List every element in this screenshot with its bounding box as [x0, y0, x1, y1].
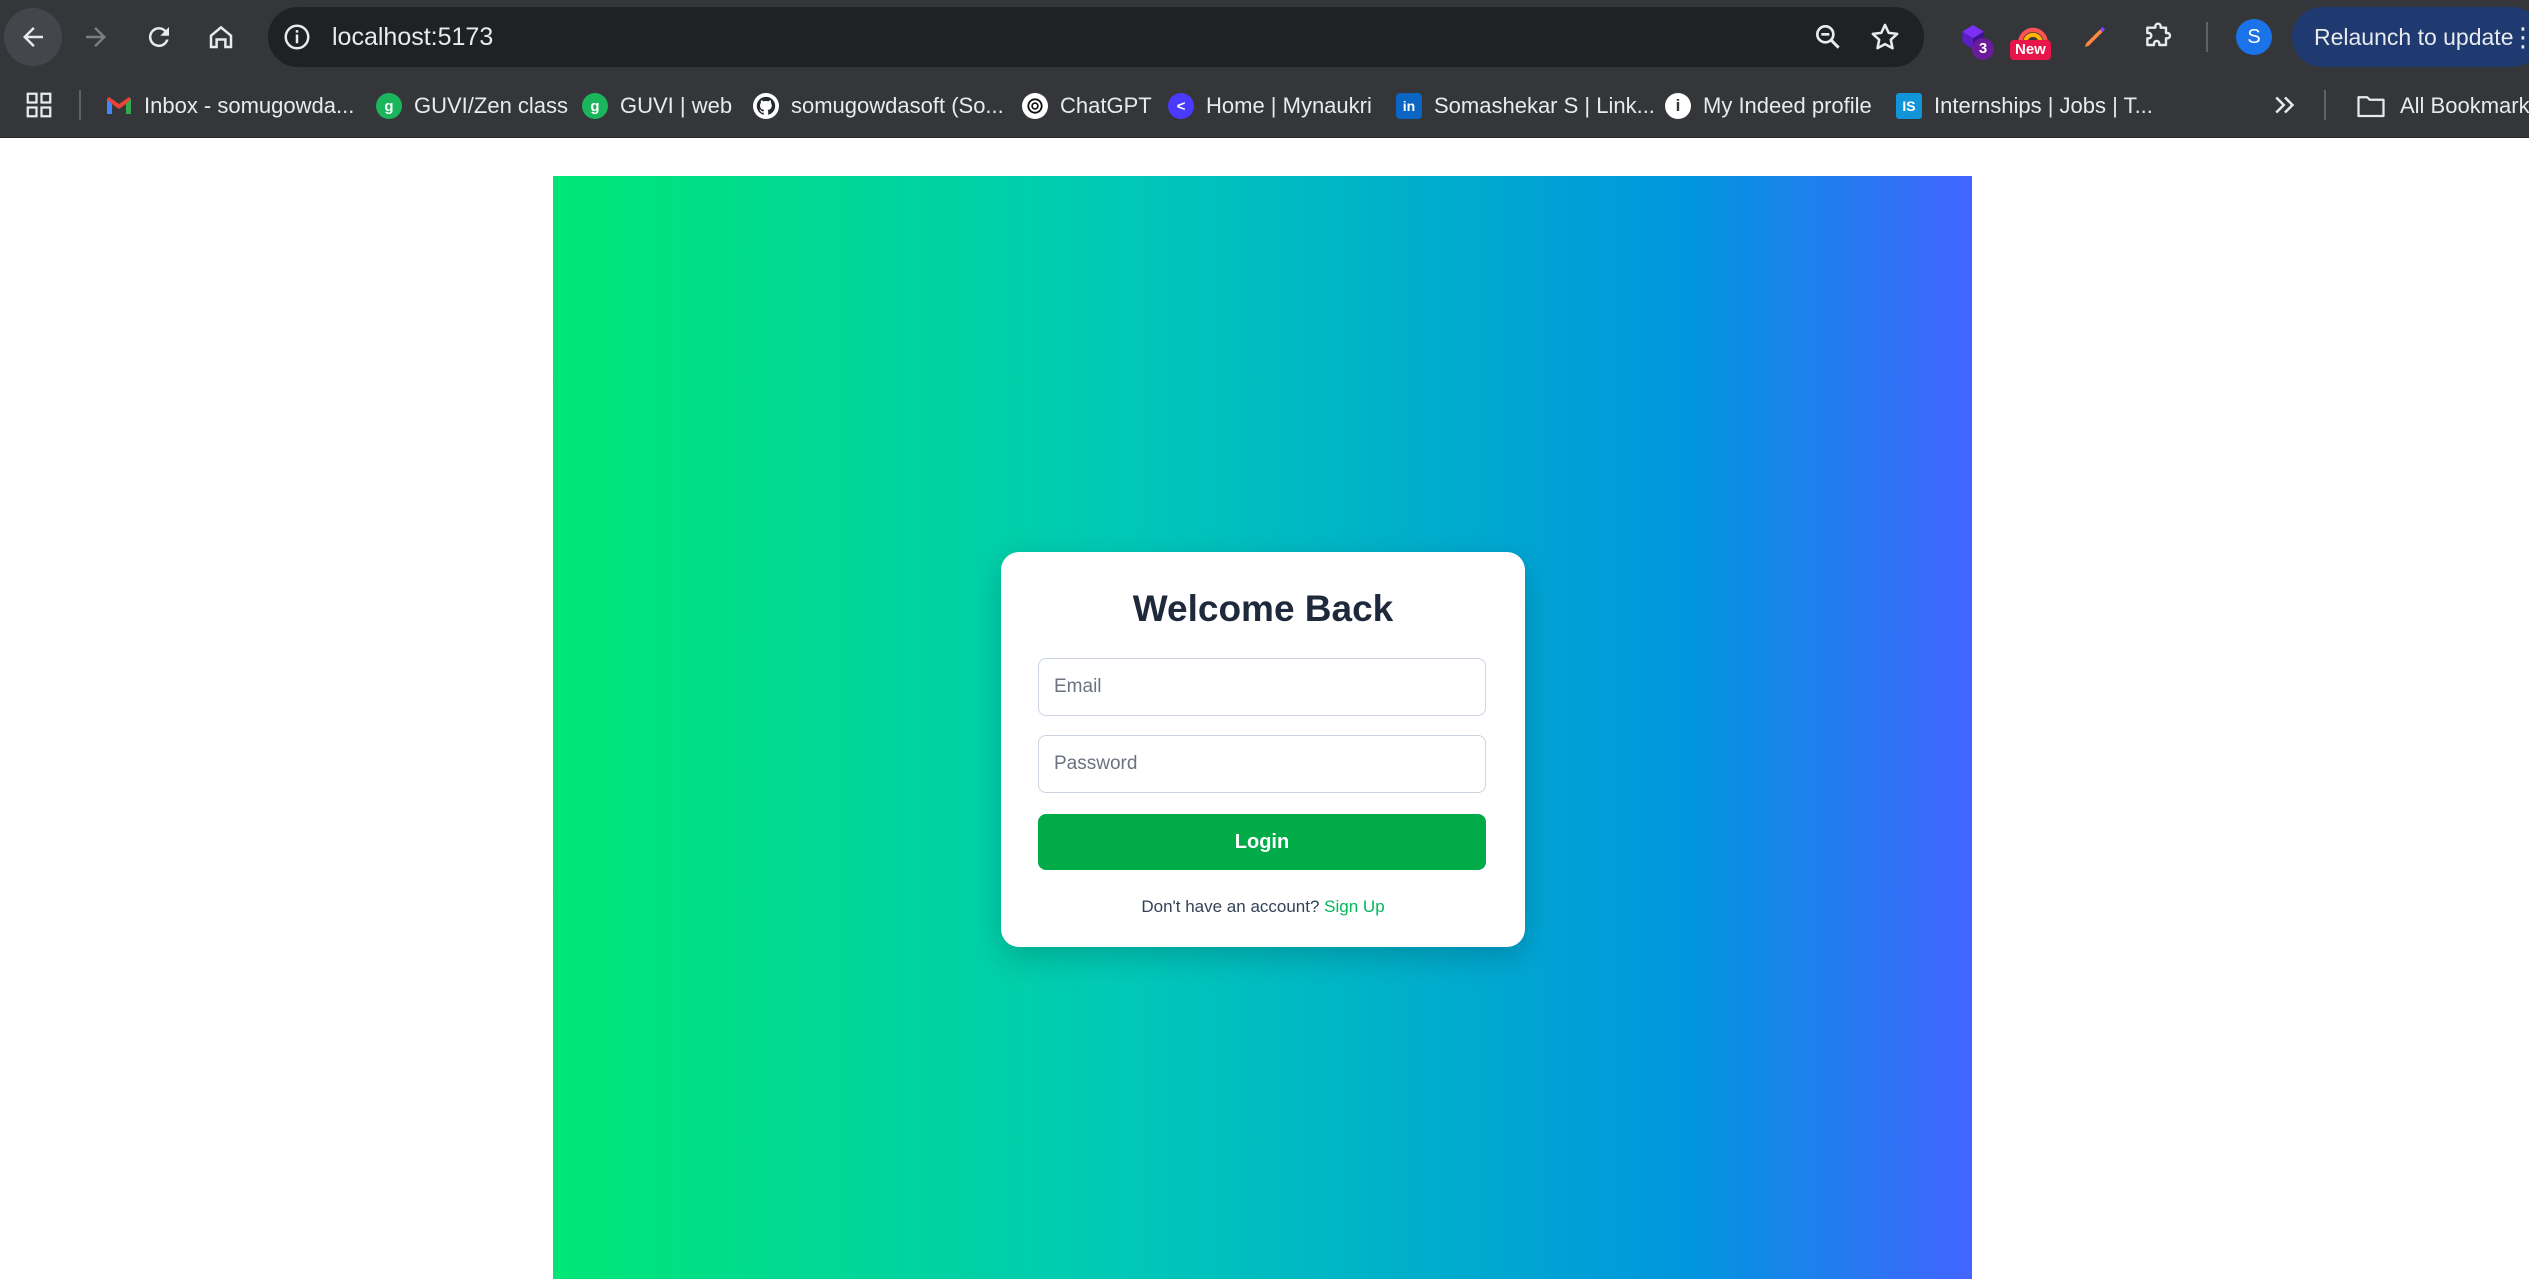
signup-prompt: Don't have an account? Sign Up [1001, 897, 1525, 917]
chevron-double-right-icon[interactable] [2270, 90, 2300, 120]
bookmark-indeed[interactable]: i My Indeed profile [1665, 74, 1872, 138]
bookmark-label: ChatGPT [1060, 93, 1152, 118]
extension-new-badge: New [2010, 40, 2051, 60]
pen-extension-icon [2085, 27, 2105, 47]
address-bar[interactable]: localhost:5173 [268, 7, 1924, 67]
bookmark-chatgpt[interactable]: ChatGPT [1022, 74, 1152, 138]
bookmark-label: GUVI | web [620, 93, 733, 118]
more-menu-icon[interactable]: ⋮ [2510, 7, 2529, 67]
bookmark-label: Inbox - somugowda... [144, 93, 355, 118]
gradient-background: Welcome Back Login Don't have an account… [553, 176, 1972, 1279]
bookmark-internshala[interactable]: IS Internships | Jobs | T... [1896, 74, 2153, 138]
login-card: Welcome Back Login Don't have an account… [1001, 552, 1525, 947]
naukri-icon: < [1168, 93, 1194, 119]
github-icon [753, 93, 779, 119]
bookmark-label: Home | Mynaukri [1206, 93, 1372, 118]
page-viewport: Welcome Back Login Don't have an account… [0, 139, 2529, 1279]
password-field[interactable] [1038, 735, 1486, 793]
bookmark-guvi-web[interactable]: g GUVI | web [582, 74, 732, 138]
apps-grid-icon[interactable] [24, 90, 54, 120]
relaunch-label: Relaunch to update [2314, 24, 2514, 50]
toolbar-divider [2206, 22, 2208, 52]
page-title: Welcome Back [1132, 588, 1394, 629]
guvi-icon: g [582, 93, 608, 119]
bookmark-star-icon[interactable] [1868, 20, 1902, 54]
signup-prompt-text: Don't have an account? [1141, 897, 1325, 916]
info-icon: i [1665, 93, 1691, 119]
bookmark-github[interactable]: somugowdasoft (So... [753, 74, 1004, 138]
bookmarks-divider [79, 90, 81, 120]
home-button[interactable] [192, 8, 250, 66]
url-text[interactable]: localhost:5173 [332, 7, 493, 67]
forward-button[interactable] [67, 8, 125, 66]
bookmark-label: Internships | Jobs | T... [1934, 93, 2153, 118]
bookmarks-bar: Inbox - somugowda... g GUVI/Zen class g … [0, 74, 2529, 138]
bookmark-mynaukri[interactable]: < Home | Mynaukri [1168, 74, 1372, 138]
chatgpt-icon [1022, 93, 1048, 119]
all-bookmarks-button[interactable]: All Bookmarks [2356, 74, 2529, 138]
folder-icon [2357, 96, 2385, 118]
relaunch-button[interactable]: Relaunch to update ⋮ [2292, 7, 2529, 67]
browser-toolbar: localhost:5173 3 New S Relaunch to updat… [0, 0, 2529, 74]
signup-link[interactable]: Sign Up [1324, 897, 1384, 916]
home-icon [209, 25, 233, 49]
bookmark-linkedin[interactable]: in Somashekar S | Link... [1396, 74, 1655, 138]
bookmark-label: somugowdasoft (So... [791, 93, 1004, 118]
forward-arrow-icon [86, 27, 106, 47]
puzzle-icon [2146, 22, 2172, 47]
reload-icon [148, 27, 169, 48]
gmail-icon [106, 93, 132, 119]
site-info-icon[interactable] [282, 22, 312, 52]
back-arrow-icon [23, 27, 43, 47]
guvi-icon: g [376, 93, 402, 119]
zoom-icon[interactable] [1812, 21, 1844, 53]
linkedin-icon: in [1396, 93, 1422, 119]
email-field[interactable] [1038, 658, 1486, 716]
extension-pen[interactable] [2072, 14, 2118, 60]
extensions-menu-button[interactable] [2135, 14, 2181, 60]
bookmark-label: GUVI/Zen class [414, 93, 569, 118]
bookmark-label: My Indeed profile [1703, 93, 1872, 118]
extension-badge-count: 3 [1972, 38, 1994, 60]
login-button[interactable]: Login [1038, 814, 1486, 870]
internshala-icon: IS [1896, 93, 1922, 119]
profile-avatar[interactable]: S [2236, 19, 2272, 55]
bookmark-label: Somashekar S | Link... [1434, 93, 1655, 118]
bookmark-guvi-zen[interactable]: g GUVI/Zen class [376, 74, 568, 138]
bookmark-gmail[interactable]: Inbox - somugowda... [106, 74, 354, 138]
reload-button[interactable] [130, 8, 188, 66]
bookmarks-divider [2324, 90, 2326, 120]
back-button[interactable] [4, 8, 62, 66]
all-bookmarks-label: All Bookmarks [2400, 93, 2529, 118]
